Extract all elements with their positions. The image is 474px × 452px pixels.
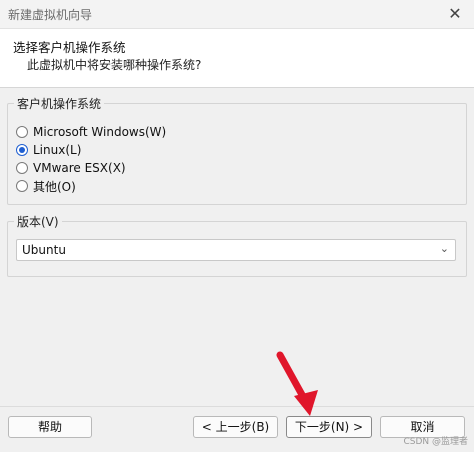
radio-icon[interactable]: [16, 162, 28, 174]
radio-label: Linux(L): [33, 143, 82, 157]
radio-linux[interactable]: Linux(L): [16, 141, 81, 159]
back-button[interactable]: < 上一步(B): [193, 416, 278, 438]
radio-windows[interactable]: Microsoft Windows(W): [16, 123, 166, 141]
radio-icon[interactable]: [16, 180, 28, 192]
radio-label: VMware ESX(X): [33, 161, 126, 175]
radio-label: 其他(O): [33, 179, 76, 194]
wizard-header: 选择客户机操作系统 此虚拟机中将安装哪种操作系统?: [0, 29, 474, 88]
chevron-down-icon[interactable]: ⌄: [440, 242, 449, 255]
version-legend: 版本(V): [14, 213, 62, 230]
version-select[interactable]: Ubuntu ⌄: [16, 239, 456, 261]
version-group: 版本(V) Ubuntu ⌄: [7, 213, 467, 277]
window-title: 新建虚拟机向导: [8, 8, 93, 22]
page-subtitle: 此虚拟机中将安装哪种操作系统?: [27, 58, 202, 72]
radio-label: Microsoft Windows(W): [33, 125, 167, 139]
guest-os-group: 客户机操作系统 Microsoft Windows(W) Linux(L) VM…: [7, 95, 467, 205]
help-button[interactable]: 帮助: [8, 416, 92, 438]
radio-icon[interactable]: [16, 126, 28, 138]
close-icon[interactable]: ✕: [444, 3, 466, 25]
radio-selected-icon[interactable]: [16, 144, 28, 156]
guest-os-legend: 客户机操作系统: [14, 95, 105, 112]
version-select-value: Ubuntu: [22, 243, 66, 257]
radio-vmware-esx[interactable]: VMware ESX(X): [16, 159, 126, 177]
radio-other[interactable]: 其他(O): [16, 177, 76, 195]
red-arrow-annotation: [276, 351, 318, 416]
page-title: 选择客户机操作系统: [13, 40, 126, 55]
title-bar: 新建虚拟机向导 ✕: [0, 0, 474, 29]
watermark: CSDN @监理者: [403, 437, 468, 447]
